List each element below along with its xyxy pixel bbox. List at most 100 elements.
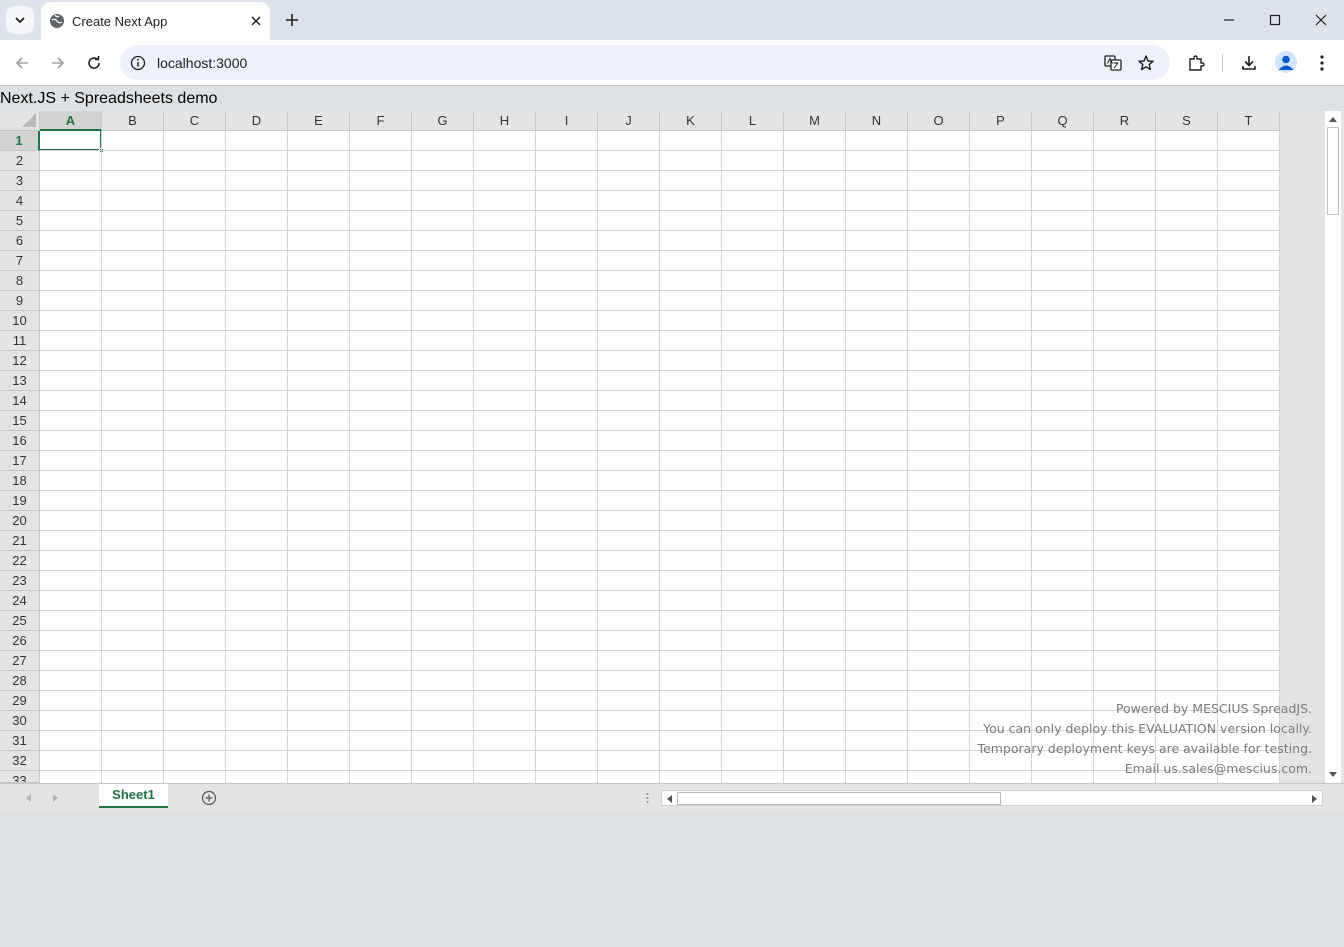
prev-sheet-icon[interactable]	[21, 791, 35, 805]
column-gridline	[411, 131, 412, 783]
tab-splitter-handle[interactable]	[644, 791, 650, 805]
column-header-o[interactable]: O	[908, 111, 970, 131]
row-header-10[interactable]: 10	[0, 311, 40, 331]
menu-button[interactable]	[1310, 51, 1334, 75]
scroll-right-icon[interactable]	[1308, 792, 1322, 806]
column-header-q[interactable]: Q	[1032, 111, 1094, 131]
column-gridline	[1093, 131, 1094, 783]
row-header-7[interactable]: 7	[0, 251, 40, 271]
next-sheet-icon[interactable]	[49, 791, 63, 805]
row-header-4[interactable]: 4	[0, 191, 40, 211]
row-gridline	[40, 450, 1280, 451]
column-header-a[interactable]: A	[40, 111, 102, 131]
row-header-2[interactable]: 2	[0, 151, 40, 171]
column-gridline	[163, 131, 164, 783]
window-close-button[interactable]	[1307, 8, 1335, 32]
column-gridline	[287, 131, 288, 783]
row-header-16[interactable]: 16	[0, 431, 40, 451]
row-header-18[interactable]: 18	[0, 471, 40, 491]
back-icon	[15, 57, 28, 69]
maximize-icon	[1269, 14, 1281, 26]
scroll-left-icon[interactable]	[662, 792, 676, 806]
row-header-6[interactable]: 6	[0, 231, 40, 251]
row-header-8[interactable]: 8	[0, 271, 40, 291]
plus-icon	[286, 14, 298, 26]
back-button[interactable]	[10, 51, 34, 75]
row-header-11[interactable]: 11	[0, 331, 40, 351]
row-header-12[interactable]: 12	[0, 351, 40, 371]
row-header-9[interactable]: 9	[0, 291, 40, 311]
row-header-26[interactable]: 26	[0, 631, 40, 651]
scroll-up-icon[interactable]	[1325, 112, 1341, 126]
column-header-f[interactable]: F	[350, 111, 412, 131]
column-header-l[interactable]: L	[722, 111, 784, 131]
horizontal-scrollbar[interactable]	[661, 790, 1323, 806]
column-header-g[interactable]: G	[412, 111, 474, 131]
row-header-5[interactable]: 5	[0, 211, 40, 231]
translate-icon[interactable]	[1102, 52, 1124, 74]
row-header-17[interactable]: 17	[0, 451, 40, 471]
row-header-21[interactable]: 21	[0, 531, 40, 551]
info-icon[interactable]	[128, 53, 148, 73]
tab-search-button[interactable]	[6, 6, 34, 34]
row-header-25[interactable]: 25	[0, 611, 40, 631]
sheet-tab-sheet1[interactable]: Sheet1	[99, 784, 168, 808]
row-header-3[interactable]: 3	[0, 171, 40, 191]
column-header-r[interactable]: R	[1094, 111, 1156, 131]
row-header-30[interactable]: 30	[0, 711, 40, 731]
row-gridline	[40, 290, 1280, 291]
column-header-e[interactable]: E	[288, 111, 350, 131]
active-cell-a1[interactable]	[40, 131, 104, 153]
row-header-13[interactable]: 13	[0, 371, 40, 391]
scroll-down-icon[interactable]	[1325, 768, 1341, 782]
vertical-scroll-thumb[interactable]	[1327, 127, 1339, 215]
row-header-31[interactable]: 31	[0, 731, 40, 751]
column-header-t[interactable]: T	[1218, 111, 1280, 131]
row-header-15[interactable]: 15	[0, 411, 40, 431]
column-header-n[interactable]: N	[846, 111, 908, 131]
add-sheet-button[interactable]	[200, 789, 218, 807]
select-all-triangle-icon	[22, 113, 36, 127]
forward-button[interactable]	[46, 51, 70, 75]
row-header-33[interactable]: 33	[0, 771, 40, 783]
column-header-d[interactable]: D	[226, 111, 288, 131]
horizontal-scroll-thumb[interactable]	[677, 792, 1001, 805]
row-header-29[interactable]: 29	[0, 691, 40, 711]
sheet-tab-strip: Sheet1	[0, 783, 1344, 812]
column-header-i[interactable]: I	[536, 111, 598, 131]
vertical-scrollbar[interactable]	[1325, 111, 1341, 783]
extensions-button[interactable]	[1184, 51, 1208, 75]
column-header-j[interactable]: J	[598, 111, 660, 131]
column-header-h[interactable]: H	[474, 111, 536, 131]
row-header-28[interactable]: 28	[0, 671, 40, 691]
column-header-k[interactable]: K	[660, 111, 722, 131]
profile-icon[interactable]	[1275, 51, 1297, 73]
maximize-button[interactable]	[1261, 8, 1289, 32]
minimize-button[interactable]	[1215, 8, 1243, 32]
row-header-20[interactable]: 20	[0, 511, 40, 531]
row-header-32[interactable]: 32	[0, 751, 40, 771]
row-header-27[interactable]: 27	[0, 651, 40, 671]
cell-grid[interactable]	[40, 131, 1280, 783]
row-header-24[interactable]: 24	[0, 591, 40, 611]
row-header-14[interactable]: 14	[0, 391, 40, 411]
reload-button[interactable]	[82, 51, 106, 75]
row-header-1[interactable]: 1	[0, 131, 40, 151]
close-tab-button[interactable]	[247, 12, 265, 30]
column-gridline	[969, 131, 970, 783]
row-gridline	[40, 210, 1280, 211]
download-button[interactable]	[1237, 51, 1261, 75]
row-header-19[interactable]: 19	[0, 491, 40, 511]
column-header-p[interactable]: P	[970, 111, 1032, 131]
row-header-23[interactable]: 23	[0, 571, 40, 591]
browser-tab[interactable]: Create Next App	[41, 2, 270, 40]
column-header-s[interactable]: S	[1156, 111, 1218, 131]
new-tab-button[interactable]	[280, 8, 304, 32]
select-all-corner[interactable]	[0, 111, 40, 131]
column-header-m[interactable]: M	[784, 111, 846, 131]
column-header-b[interactable]: B	[102, 111, 164, 131]
row-header-22[interactable]: 22	[0, 551, 40, 571]
address-bar[interactable]: localhost:3000	[120, 45, 1170, 80]
column-header-c[interactable]: C	[164, 111, 226, 131]
star-icon[interactable]	[1135, 52, 1157, 74]
